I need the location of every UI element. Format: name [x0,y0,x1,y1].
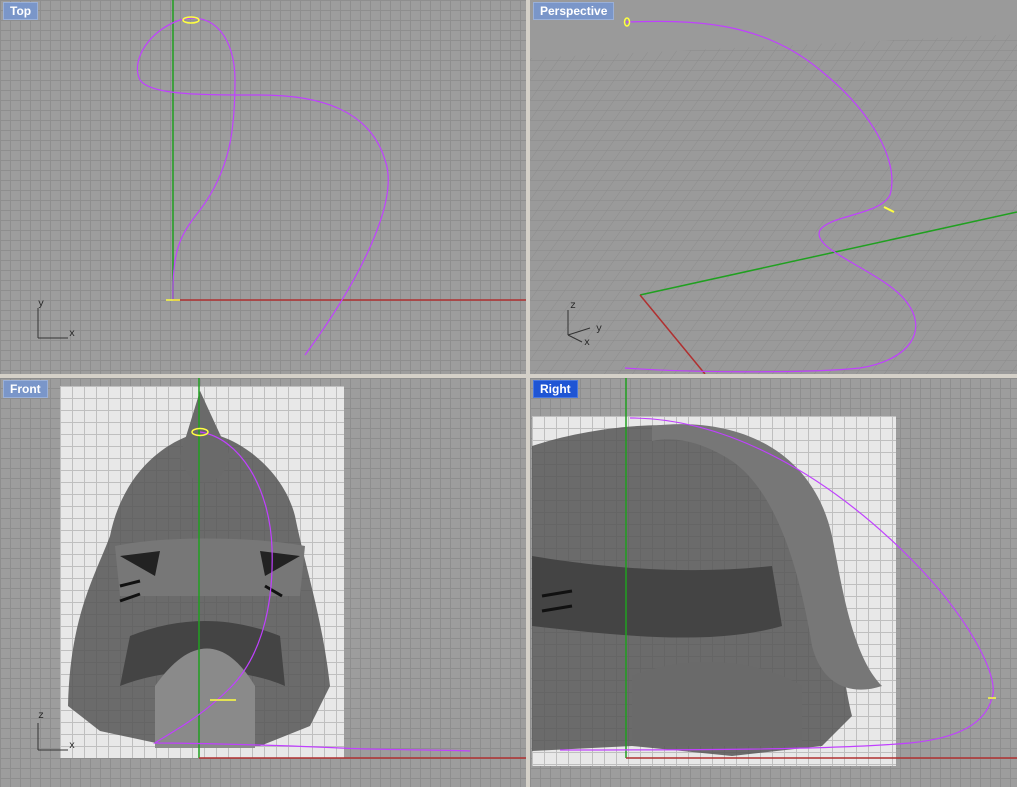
viewport-label-front[interactable]: Front [3,380,48,398]
spline-curve [136,17,389,356]
viewport-label-top[interactable]: Top [3,2,39,20]
viewport-top[interactable]: Top y x [0,0,526,374]
axis-label-y: y [596,324,603,335]
viewport-front[interactable]: Front z x [0,378,526,787]
axis-label-z: z [38,711,45,722]
viewport-right[interactable]: Right [530,378,1017,787]
viewport-perspective[interactable]: Perspective z y x [530,0,1017,374]
spline-curve [559,417,994,751]
front-view-canvas [37,378,526,759]
axis-label-x: x [69,741,76,752]
right-view-canvas [559,378,1017,759]
spline-curve [153,431,471,752]
viewport-label-perspective[interactable]: Perspective [533,2,615,20]
viewport-label-right[interactable]: Right [533,380,578,398]
ground-grid [530,34,1017,374]
axis-gizmo-front [37,723,68,751]
axis-label-x: x [584,338,591,349]
axis-label-x: x [69,329,76,340]
axis-label-z: z [570,301,577,312]
axis-label-y: y [38,299,45,310]
perspective-view-canvas [530,17,1017,374]
